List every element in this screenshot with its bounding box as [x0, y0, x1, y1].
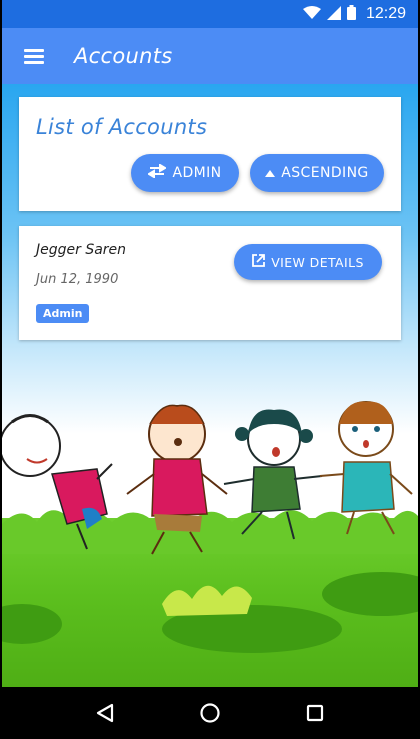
filter-admin-button[interactable]: ADMIN: [131, 154, 239, 192]
view-details-button[interactable]: VIEW DETAILS: [234, 244, 382, 280]
role-badge: Admin: [36, 304, 90, 323]
app-title: Accounts: [74, 44, 173, 68]
list-of-accounts-card: List of Accounts ADMIN ASCENDING: [19, 97, 401, 211]
signal-icon: [326, 5, 341, 24]
filter-admin-label: ADMIN: [172, 165, 222, 181]
hamburger-menu-icon[interactable]: [2, 28, 66, 84]
status-bar: 12:29: [2, 0, 418, 28]
app-bar: Accounts: [2, 28, 418, 84]
open-external-icon: [252, 254, 266, 270]
system-nav-bar: [2, 687, 418, 739]
account-date: Jun 12, 1990: [36, 272, 119, 287]
account-name: Jegger Saren: [36, 242, 127, 258]
back-triangle-icon[interactable]: [81, 693, 129, 733]
view-details-label: VIEW DETAILS: [271, 254, 364, 270]
sort-ascending-label: ASCENDING: [281, 165, 369, 181]
recents-square-icon[interactable]: [291, 693, 339, 733]
list-heading: List of Accounts: [36, 115, 208, 139]
phone-screen: 12:29 Accounts List of Accounts ADMIN AS…: [2, 0, 418, 739]
account-card: Jegger Saren Jun 12, 1990 Admin VIEW DET…: [19, 226, 401, 340]
swap-arrows-icon: [147, 163, 168, 182]
battery-icon: [346, 4, 356, 24]
sort-ascending-button[interactable]: ASCENDING: [250, 154, 384, 192]
wifi-icon: [302, 5, 321, 24]
triangle-up-icon: [265, 165, 276, 181]
home-circle-icon[interactable]: [186, 693, 234, 733]
status-time: 12:29: [365, 5, 406, 22]
